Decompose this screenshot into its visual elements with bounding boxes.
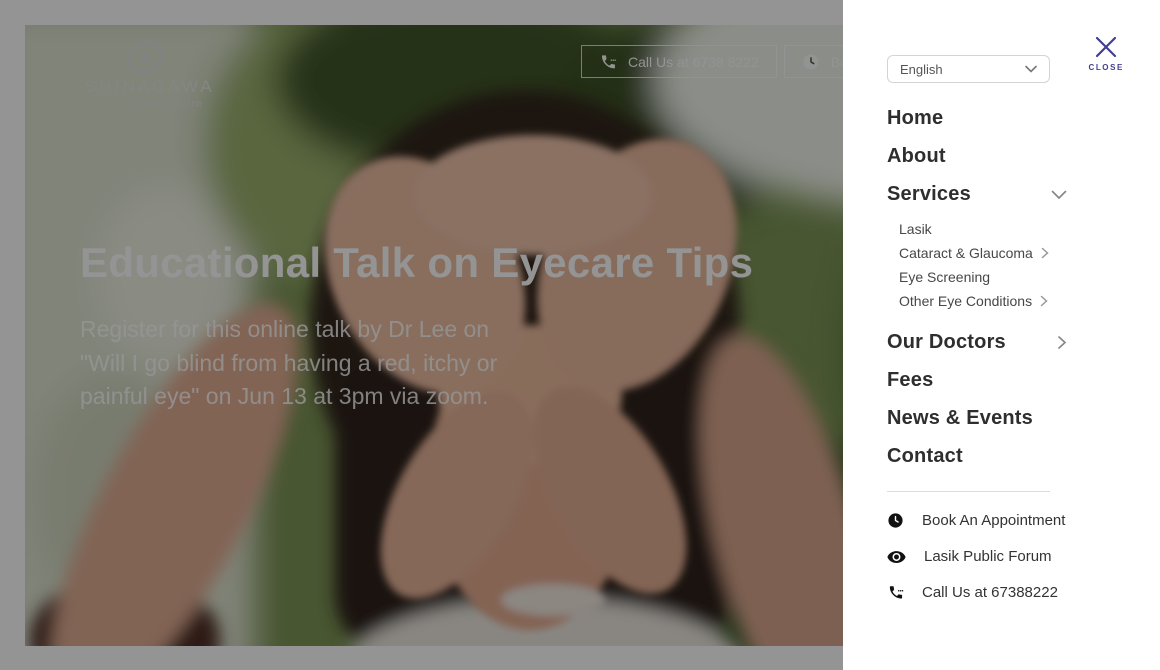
close-icon [1093, 34, 1119, 60]
chevron-down-icon [1051, 190, 1067, 200]
quick-link-lasik-public-forum[interactable]: Lasik Public Forum [887, 546, 1160, 567]
menu-item-contact[interactable]: Contact [887, 446, 1067, 467]
submenu-item-cataract-glaucoma[interactable]: Cataract & Glaucoma [899, 246, 1160, 260]
quick-links: Book An Appointment Lasik Public Forum C… [887, 510, 1160, 603]
submenu-item-other-eye-conditions[interactable]: Other Eye Conditions [899, 294, 1160, 308]
menu-item-our-doctors[interactable]: Our Doctors [887, 332, 1067, 353]
eye-icon [887, 550, 906, 564]
main-menu: Home About Services Lasik Cataract & Gla… [887, 108, 1160, 467]
menu-item-about[interactable]: About [887, 146, 1067, 167]
menu-item-services[interactable]: Services [887, 184, 1067, 205]
phone-icon [887, 584, 904, 601]
quick-link-book-appointment[interactable]: Book An Appointment [887, 510, 1160, 531]
services-submenu: Lasik Cataract & Glaucoma Eye Screening … [899, 222, 1160, 308]
menu-item-news-events[interactable]: News & Events [887, 408, 1067, 429]
chevron-down-icon [1025, 65, 1037, 73]
chevron-right-icon [1040, 295, 1048, 307]
close-label: CLOSE [1088, 63, 1124, 72]
chevron-right-icon [1041, 247, 1049, 259]
submenu-item-eye-screening[interactable]: Eye Screening [899, 270, 1160, 284]
submenu-item-lasik[interactable]: Lasik [899, 222, 1160, 236]
clock-icon [887, 512, 904, 529]
quick-link-call-us[interactable]: Call Us at 67388222 [887, 582, 1160, 603]
menu-divider [887, 491, 1050, 492]
language-selected-value: English [900, 62, 943, 77]
close-button[interactable]: CLOSE [1082, 33, 1130, 73]
language-select[interactable]: English [887, 55, 1050, 83]
menu-item-home[interactable]: Home [887, 108, 1067, 129]
chevron-right-icon [1057, 335, 1067, 350]
menu-item-fees[interactable]: Fees [887, 370, 1067, 391]
menu-drawer: English CLOSE Home About Services Lasik [843, 0, 1160, 670]
